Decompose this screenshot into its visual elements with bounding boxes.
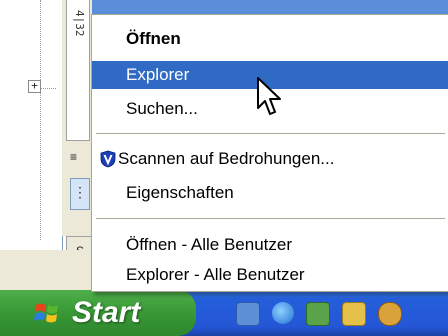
ruler: 4|32 (66, 0, 90, 141)
context-menu: Öffnen Explorer Suchen... Scannen auf Be… (91, 14, 448, 292)
menu-item-properties[interactable]: Eigenschaften (92, 179, 448, 207)
media-icon[interactable] (378, 302, 402, 326)
ruler-label: 4|32 (73, 10, 86, 37)
internet-explorer-icon[interactable] (272, 302, 294, 324)
antivirus-shield-icon (100, 150, 116, 168)
tree-line (40, 0, 41, 240)
windows-logo-icon (34, 303, 58, 323)
toolbar-grip-handle[interactable]: ⋮ (70, 178, 90, 210)
mouse-cursor-icon (257, 77, 281, 115)
menu-icon[interactable]: ≡ (70, 150, 77, 164)
messenger-icon[interactable] (342, 302, 366, 326)
menu-item-explorer-all-users[interactable]: Explorer - Alle Benutzer (92, 261, 448, 289)
start-label: Start (72, 296, 141, 329)
window-title-bar-fragment (92, 0, 448, 14)
menu-item-open-all-users[interactable]: Öffnen - Alle Benutzer (92, 231, 448, 259)
folder-tree-pane: + (0, 0, 63, 250)
menu-item-scan-threats[interactable]: Scannen auf Bedrohungen... (92, 145, 448, 173)
outlook-express-icon[interactable] (306, 302, 330, 326)
desktop-icon[interactable] (236, 302, 260, 326)
tree-branch-line (40, 88, 56, 89)
menu-item-open[interactable]: Öffnen (92, 25, 448, 53)
menu-item-scan-label: Scannen auf Bedrohungen... (118, 149, 335, 168)
tree-expand-button[interactable]: + (28, 80, 41, 93)
menu-separator (96, 218, 445, 219)
menu-separator (96, 133, 445, 134)
